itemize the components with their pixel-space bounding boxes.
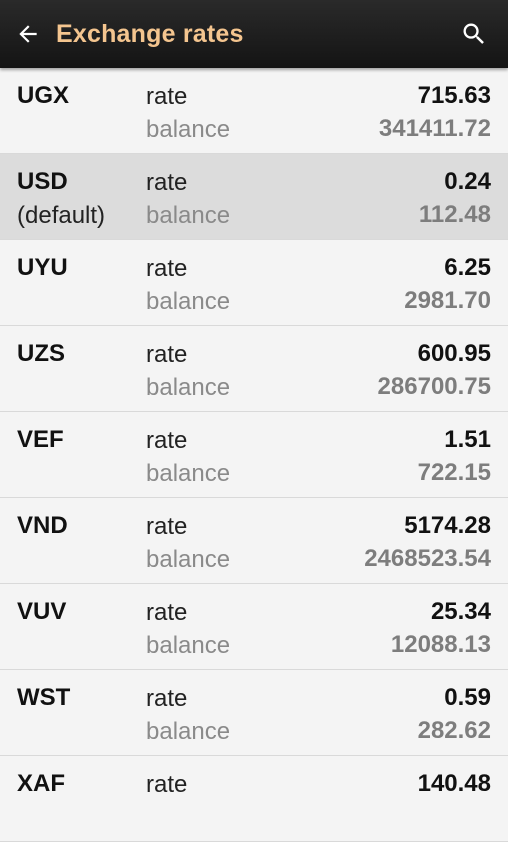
- default-tag: (default): [17, 202, 106, 229]
- balance-value: 722.15: [417, 459, 491, 486]
- currency-row[interactable]: UZS rate balance 600.95 286700.75: [0, 326, 508, 412]
- balance-value: 112.48: [418, 201, 491, 228]
- rate-value: 6.25: [444, 254, 491, 281]
- rate-label: rate: [146, 685, 188, 712]
- currency-code: UZS: [17, 340, 65, 367]
- balance-value: 341411.72: [378, 115, 491, 142]
- rate-label: rate: [146, 427, 188, 454]
- currency-row[interactable]: USD (default) rate balance 0.24 112.48: [0, 154, 508, 240]
- balance-label: balance: [146, 460, 231, 487]
- balance-value: 282.62: [417, 717, 491, 744]
- currency-row[interactable]: VND rate balance 5174.28 2468523.54: [0, 498, 508, 584]
- currency-code: UYU: [17, 254, 68, 281]
- rate-label: rate: [146, 83, 188, 110]
- balance-label: balance: [146, 718, 231, 745]
- currency-row[interactable]: WST rate balance 0.59 282.62: [0, 670, 508, 756]
- rate-label: rate: [146, 169, 188, 196]
- currency-code: USD: [17, 168, 68, 195]
- balance-label: balance: [146, 632, 231, 659]
- currency-row[interactable]: XAF rate 140.48: [0, 756, 508, 842]
- rate-value: 600.95: [417, 340, 491, 367]
- balance-label: balance: [146, 288, 231, 315]
- rate-label: rate: [146, 255, 188, 282]
- balance-label: balance: [146, 202, 231, 229]
- rate-label: rate: [146, 771, 188, 798]
- app-bar: Exchange rates: [0, 0, 508, 68]
- rate-value: 715.63: [417, 82, 491, 109]
- balance-value: 2468523.54: [364, 545, 491, 572]
- rate-value: 25.34: [430, 598, 491, 625]
- rate-value: 140.48: [417, 770, 491, 797]
- currency-row[interactable]: UGX rate balance 715.63 341411.72: [0, 68, 508, 154]
- search-icon: [463, 23, 484, 44]
- currency-row[interactable]: VUV rate balance 25.34 12088.13: [0, 584, 508, 670]
- arrow-left-icon: [19, 25, 37, 43]
- rate-label: rate: [146, 599, 188, 626]
- balance-value: 2981.70: [404, 287, 491, 314]
- rate-value: 0.24: [444, 168, 491, 195]
- rate-label: rate: [146, 513, 188, 540]
- balance-label: balance: [146, 546, 231, 573]
- currency-list: UGX rate balance 715.63 341411.72 USD (d…: [0, 68, 508, 842]
- balance-value: 12088.13: [390, 631, 491, 658]
- currency-row[interactable]: UYU rate balance 6.25 2981.70: [0, 240, 508, 326]
- rate-value: 1.51: [444, 426, 491, 453]
- currency-row[interactable]: VEF rate balance 1.51 722.15: [0, 412, 508, 498]
- rate-value: 0.59: [444, 684, 491, 711]
- currency-code: VND: [17, 512, 68, 539]
- page-title: Exchange rates: [56, 19, 244, 48]
- search-button[interactable]: [454, 14, 494, 54]
- back-button[interactable]: [0, 0, 56, 68]
- currency-code: WST: [17, 684, 71, 711]
- balance-value: 286700.75: [377, 373, 491, 400]
- currency-code: XAF: [17, 770, 65, 797]
- currency-code: VEF: [17, 426, 64, 453]
- balance-label: balance: [146, 374, 231, 401]
- currency-code: UGX: [17, 82, 70, 109]
- rate-label: rate: [146, 341, 188, 368]
- balance-label: balance: [146, 116, 231, 143]
- rate-value: 5174.28: [404, 512, 491, 539]
- currency-code: VUV: [17, 598, 67, 625]
